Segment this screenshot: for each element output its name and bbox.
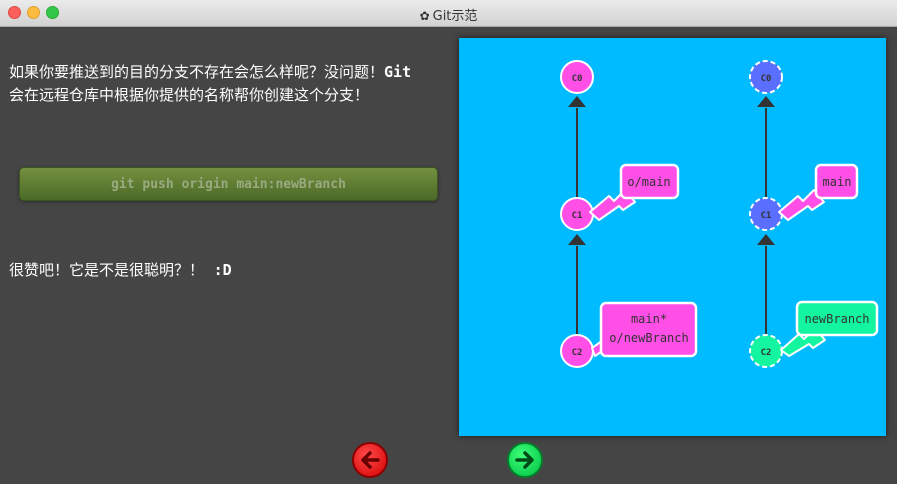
- arrow-right-icon: [515, 451, 534, 469]
- remote-commit-c1-label: C1: [761, 211, 772, 221]
- branch-tag-o-main[interactable]: o/main: [589, 163, 680, 221]
- branch-label-remote-main: main: [823, 175, 852, 189]
- remote-edge-arrowhead-c1: [757, 234, 775, 245]
- window-title: ✿ Git示范: [419, 9, 478, 24]
- remote-edge-arrowhead-c0: [757, 96, 775, 107]
- branch-tag-remote-main[interactable]: main: [778, 163, 859, 221]
- next-button[interactable]: [507, 442, 543, 478]
- local-commit-c2[interactable]: C2: [560, 334, 594, 368]
- branch-label-o-main: o/main: [627, 175, 670, 189]
- branch-tag-remote-newbranch[interactable]: newBranch: [780, 300, 879, 357]
- branch-label-o-newbranch: o/newBranch: [609, 331, 688, 345]
- remote-commit-c2-label: C2: [761, 348, 772, 358]
- local-edge-arrowhead-c0: [568, 96, 586, 107]
- local-commit-c1-label: C1: [572, 211, 583, 221]
- local-commit-c0[interactable]: C0: [560, 60, 594, 94]
- closing-text: 很赞吧！它是不是很聪明？！: [9, 261, 205, 279]
- git-visualization: C0 C1 C2 C0 C1 C2 o/main main* o/newBran…: [459, 38, 886, 436]
- gear-icon: ✿: [419, 9, 430, 23]
- commit-graph: C0 C1 C2 C0 C1 C2 o/main main* o/newBran…: [560, 60, 879, 368]
- branch-tag-main-o-newbranch[interactable]: main* o/newBranch: [591, 301, 698, 358]
- closing-paragraph: 很赞吧！它是不是很聪明？！ :D: [9, 259, 449, 282]
- intro-text-2: 会在远程仓库中根据你提供的名称帮你创建这个分支！: [9, 86, 370, 104]
- remote-commit-c0-label: C0: [761, 74, 772, 84]
- local-edge-arrowhead-c1: [568, 234, 586, 245]
- intro-text: 如果你要推送到的目的分支不存在会怎么样呢？没问题！: [9, 63, 385, 81]
- command-text: git push origin main:newBranch: [111, 177, 346, 192]
- arrow-left-icon: [361, 451, 380, 469]
- branch-label-remote-newbranch: newBranch: [804, 312, 869, 326]
- previous-button[interactable]: [352, 442, 388, 478]
- window-titlebar: ✿ Git示范: [0, 0, 897, 27]
- local-commit-c0-label: C0: [572, 74, 583, 84]
- closing-code: :D: [213, 261, 232, 279]
- command-button[interactable]: git push origin main:newBranch: [19, 167, 438, 201]
- remote-commit-c1[interactable]: C1: [749, 197, 783, 231]
- remote-commit-c2[interactable]: C2: [749, 334, 783, 368]
- local-commit-c1[interactable]: C1: [560, 197, 594, 231]
- intro-code: Git: [384, 63, 412, 81]
- branch-label-main: main*: [631, 312, 667, 326]
- local-commit-c2-label: C2: [572, 348, 583, 358]
- remote-commit-c0[interactable]: C0: [749, 60, 783, 94]
- intro-paragraph: 如果你要推送到的目的分支不存在会怎么样呢？没问题！Git 会在远程仓库中根据你提…: [9, 61, 449, 107]
